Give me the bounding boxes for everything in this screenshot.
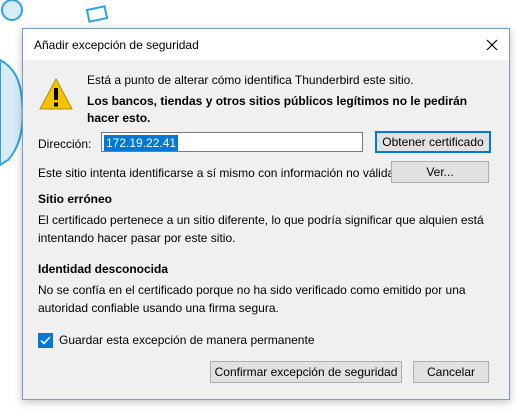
intro-message: Está a punto de alterar cómo identifica …: [87, 73, 414, 87]
confirm-exception-button[interactable]: Confirmar excepción de seguridad: [210, 361, 402, 383]
permanent-label[interactable]: Guardar esta excepción de manera permane…: [59, 333, 315, 347]
location-label: Dirección:: [38, 137, 92, 151]
security-exception-dialog: Añadir excepción de seguridad Está a pun…: [22, 28, 510, 400]
wrong-site-heading: Sitio erróneo: [38, 192, 113, 206]
get-certificate-label: Obtener certificado: [382, 135, 484, 149]
check-icon: [40, 336, 51, 345]
wrong-site-text: El certificado pertenece a un sitio dife…: [38, 213, 484, 245]
confirm-label: Confirmar excepción de seguridad: [214, 365, 398, 379]
unknown-identity-heading: Identidad desconocida: [38, 262, 169, 276]
location-input[interactable]: 172.19.22.41: [101, 132, 363, 152]
warning-message: Los bancos, tiendas y otros sitios públi…: [87, 94, 468, 125]
close-button[interactable]: [475, 29, 509, 60]
view-label: Ver...: [426, 165, 454, 179]
warning-icon: [39, 77, 73, 110]
dialog-title: Añadir excepción de seguridad: [34, 38, 199, 52]
cancel-label: Cancelar: [426, 365, 476, 379]
cancel-button[interactable]: Cancelar: [413, 361, 489, 383]
get-certificate-button[interactable]: Obtener certificado: [375, 131, 491, 153]
close-icon: [486, 39, 498, 50]
invalid-info-text: Este sitio intenta identificarse a sí mi…: [38, 166, 398, 180]
location-value: 172.19.22.41: [104, 135, 179, 151]
view-certificate-button[interactable]: Ver...: [391, 161, 489, 183]
unknown-identity-text: No se confía en el certificado porque no…: [38, 283, 466, 315]
title-bar: Añadir excepción de seguridad: [23, 29, 509, 60]
background-decoration: [85, 5, 109, 23]
permanent-checkbox[interactable]: [38, 333, 53, 348]
